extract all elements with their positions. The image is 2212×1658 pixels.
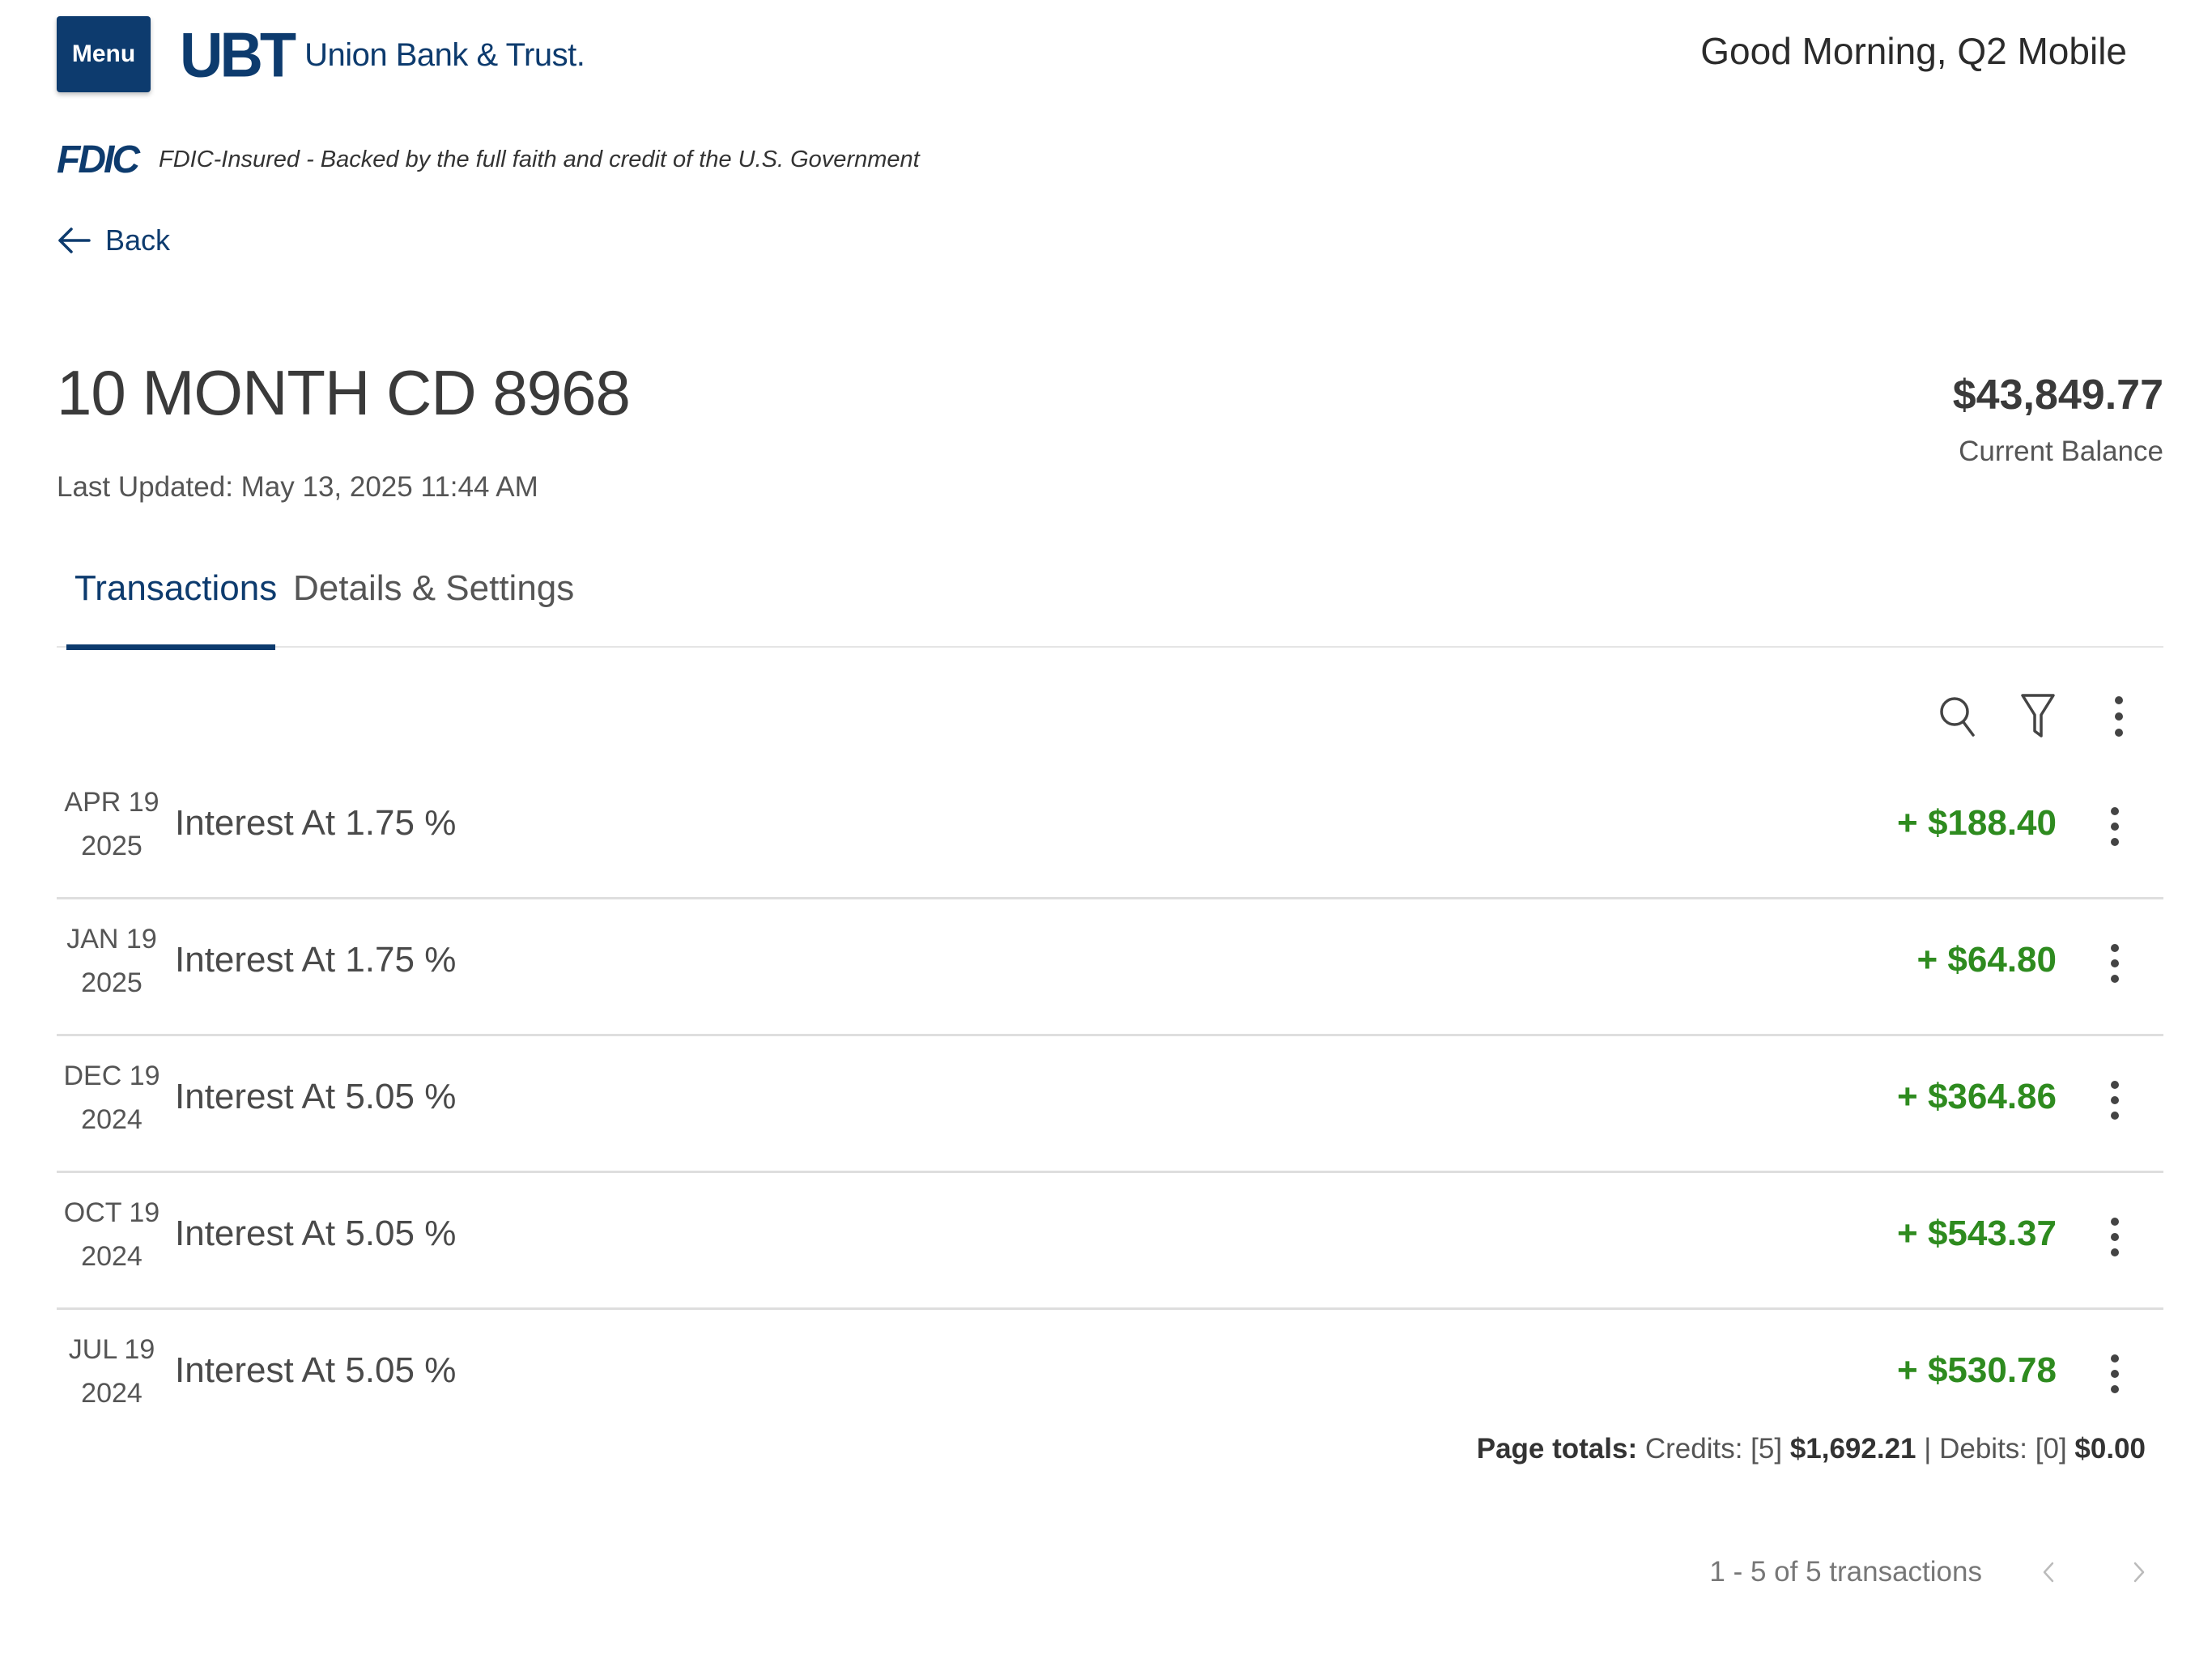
last-updated: Last Updated: May 13, 2025 11:44 AM — [57, 471, 538, 503]
transaction-amount: + $364.86 — [1897, 1077, 2057, 1116]
tab-details-settings[interactable]: Details & Settings — [293, 568, 574, 609]
transaction-row[interactable]: OCT 19 2024 Interest At 5.05 % + $543.37 — [57, 1173, 2163, 1310]
greeting: Good Morning, Q2 Mobile — [1700, 30, 2127, 72]
transactions-toolbar — [1904, 688, 2147, 745]
transaction-amount: + $188.40 — [1897, 803, 2057, 843]
transaction-date-year: 2024 — [81, 1241, 143, 1272]
transaction-date-year: 2025 — [81, 831, 143, 861]
transaction-options-button[interactable] — [2091, 1072, 2139, 1129]
transaction-description: Interest At 5.05 % — [175, 1077, 457, 1116]
account-tabs: Transactions Details & Settings — [57, 551, 2163, 650]
current-balance-value: $43,849.77 — [1952, 372, 2163, 419]
pagination-summary: 1 - 5 of 5 transactions — [1709, 1556, 1982, 1588]
transaction-options-button[interactable] — [2091, 1346, 2139, 1402]
search-button[interactable] — [1929, 688, 1985, 745]
transaction-date: APR 19 2025 — [57, 780, 167, 868]
chevron-left-icon — [2043, 1562, 2054, 1583]
transaction-amount: + $64.80 — [1916, 940, 2057, 980]
transaction-date-month-day: OCT 19 — [63, 1197, 160, 1228]
pagination: 1 - 5 of 5 transactions — [1709, 1548, 2163, 1596]
logo-text: Union Bank & Trust. — [304, 36, 585, 73]
transaction-description: Interest At 1.75 % — [175, 803, 457, 843]
more-vertical-icon — [2111, 944, 2119, 983]
page-totals: Page totals: Credits: [5] $1,692.21 | De… — [1477, 1433, 2146, 1465]
debits-value: $0.00 — [2074, 1433, 2146, 1465]
filter-icon — [2021, 694, 2055, 738]
logo-mark: UBT — [180, 19, 296, 91]
transaction-date: OCT 19 2024 — [57, 1191, 167, 1278]
transaction-row[interactable]: JAN 19 2025 Interest At 1.75 % + $64.80 — [57, 899, 2163, 1036]
page-totals-label: Page totals: — [1476, 1433, 1638, 1465]
next-page-button[interactable] — [2115, 1548, 2163, 1596]
transaction-date-month-day: JUL 19 — [68, 1334, 155, 1365]
transaction-options-button[interactable] — [2091, 935, 2139, 992]
transaction-date-month-day: JAN 19 — [66, 924, 157, 954]
fdic-logo: FDIC — [57, 138, 140, 181]
fdic-text: FDIC-Insured - Backed by the full faith … — [158, 147, 920, 172]
transaction-date-month-day: DEC 19 — [63, 1061, 160, 1091]
chevron-right-icon — [2133, 1562, 2145, 1583]
transaction-date: JAN 19 2025 — [57, 917, 167, 1005]
transactions-list: APR 19 2025 Interest At 1.75 % + $188.40… — [57, 763, 2163, 1444]
account-page: Menu UBT Union Bank & Trust. Good Mornin… — [0, 0, 2212, 1658]
more-vertical-icon — [2111, 1354, 2119, 1393]
transaction-date-year: 2025 — [81, 967, 143, 998]
more-options-button[interactable] — [2091, 688, 2147, 745]
transaction-row[interactable]: DEC 19 2024 Interest At 5.05 % + $364.86 — [57, 1036, 2163, 1173]
transaction-date: DEC 19 2024 — [57, 1054, 167, 1141]
credits-label: Credits: [5] — [1644, 1433, 1783, 1465]
transaction-description: Interest At 1.75 % — [175, 940, 457, 980]
back-link[interactable]: Back — [57, 223, 170, 257]
debits-label: Debits: [0] — [1939, 1433, 2067, 1465]
more-vertical-icon — [2111, 1218, 2119, 1256]
transaction-date-year: 2024 — [81, 1378, 143, 1409]
menu-button[interactable]: Menu — [57, 16, 151, 92]
arrow-left-icon — [58, 227, 91, 253]
transaction-options-button[interactable] — [2091, 798, 2139, 855]
more-vertical-icon — [2115, 696, 2123, 737]
search-icon — [1940, 697, 1975, 737]
more-vertical-icon — [2111, 807, 2119, 846]
account-title: 10 MONTH CD 8968 — [57, 357, 631, 428]
transaction-amount: + $530.78 — [1897, 1350, 2057, 1390]
transaction-amount: + $543.37 — [1897, 1214, 2057, 1253]
transaction-date-year: 2024 — [81, 1104, 143, 1135]
current-balance-label: Current Balance — [1959, 436, 2163, 467]
tab-transactions[interactable]: Transactions — [66, 568, 277, 650]
transaction-row[interactable]: APR 19 2025 Interest At 1.75 % + $188.40 — [57, 763, 2163, 899]
credits-value: $1,692.21 — [1789, 1433, 1916, 1465]
back-label: Back — [105, 223, 171, 257]
transaction-date-month-day: APR 19 — [64, 787, 160, 818]
totals-separator: | — [1924, 1433, 1932, 1465]
filter-button[interactable] — [2010, 688, 2066, 745]
transaction-options-button[interactable] — [2091, 1209, 2139, 1265]
transaction-date: JUL 19 2024 — [57, 1328, 167, 1415]
transaction-description: Interest At 5.05 % — [175, 1214, 457, 1253]
ubt-logo[interactable]: UBT Union Bank & Trust. — [180, 23, 585, 87]
transaction-row[interactable]: JUL 19 2024 Interest At 5.05 % + $530.78 — [57, 1310, 2163, 1444]
more-vertical-icon — [2111, 1081, 2119, 1120]
transaction-description: Interest At 5.05 % — [175, 1350, 457, 1390]
fdic-banner: FDIC FDIC-Insured - Backed by the full f… — [57, 138, 920, 182]
previous-page-button[interactable] — [2024, 1548, 2073, 1596]
